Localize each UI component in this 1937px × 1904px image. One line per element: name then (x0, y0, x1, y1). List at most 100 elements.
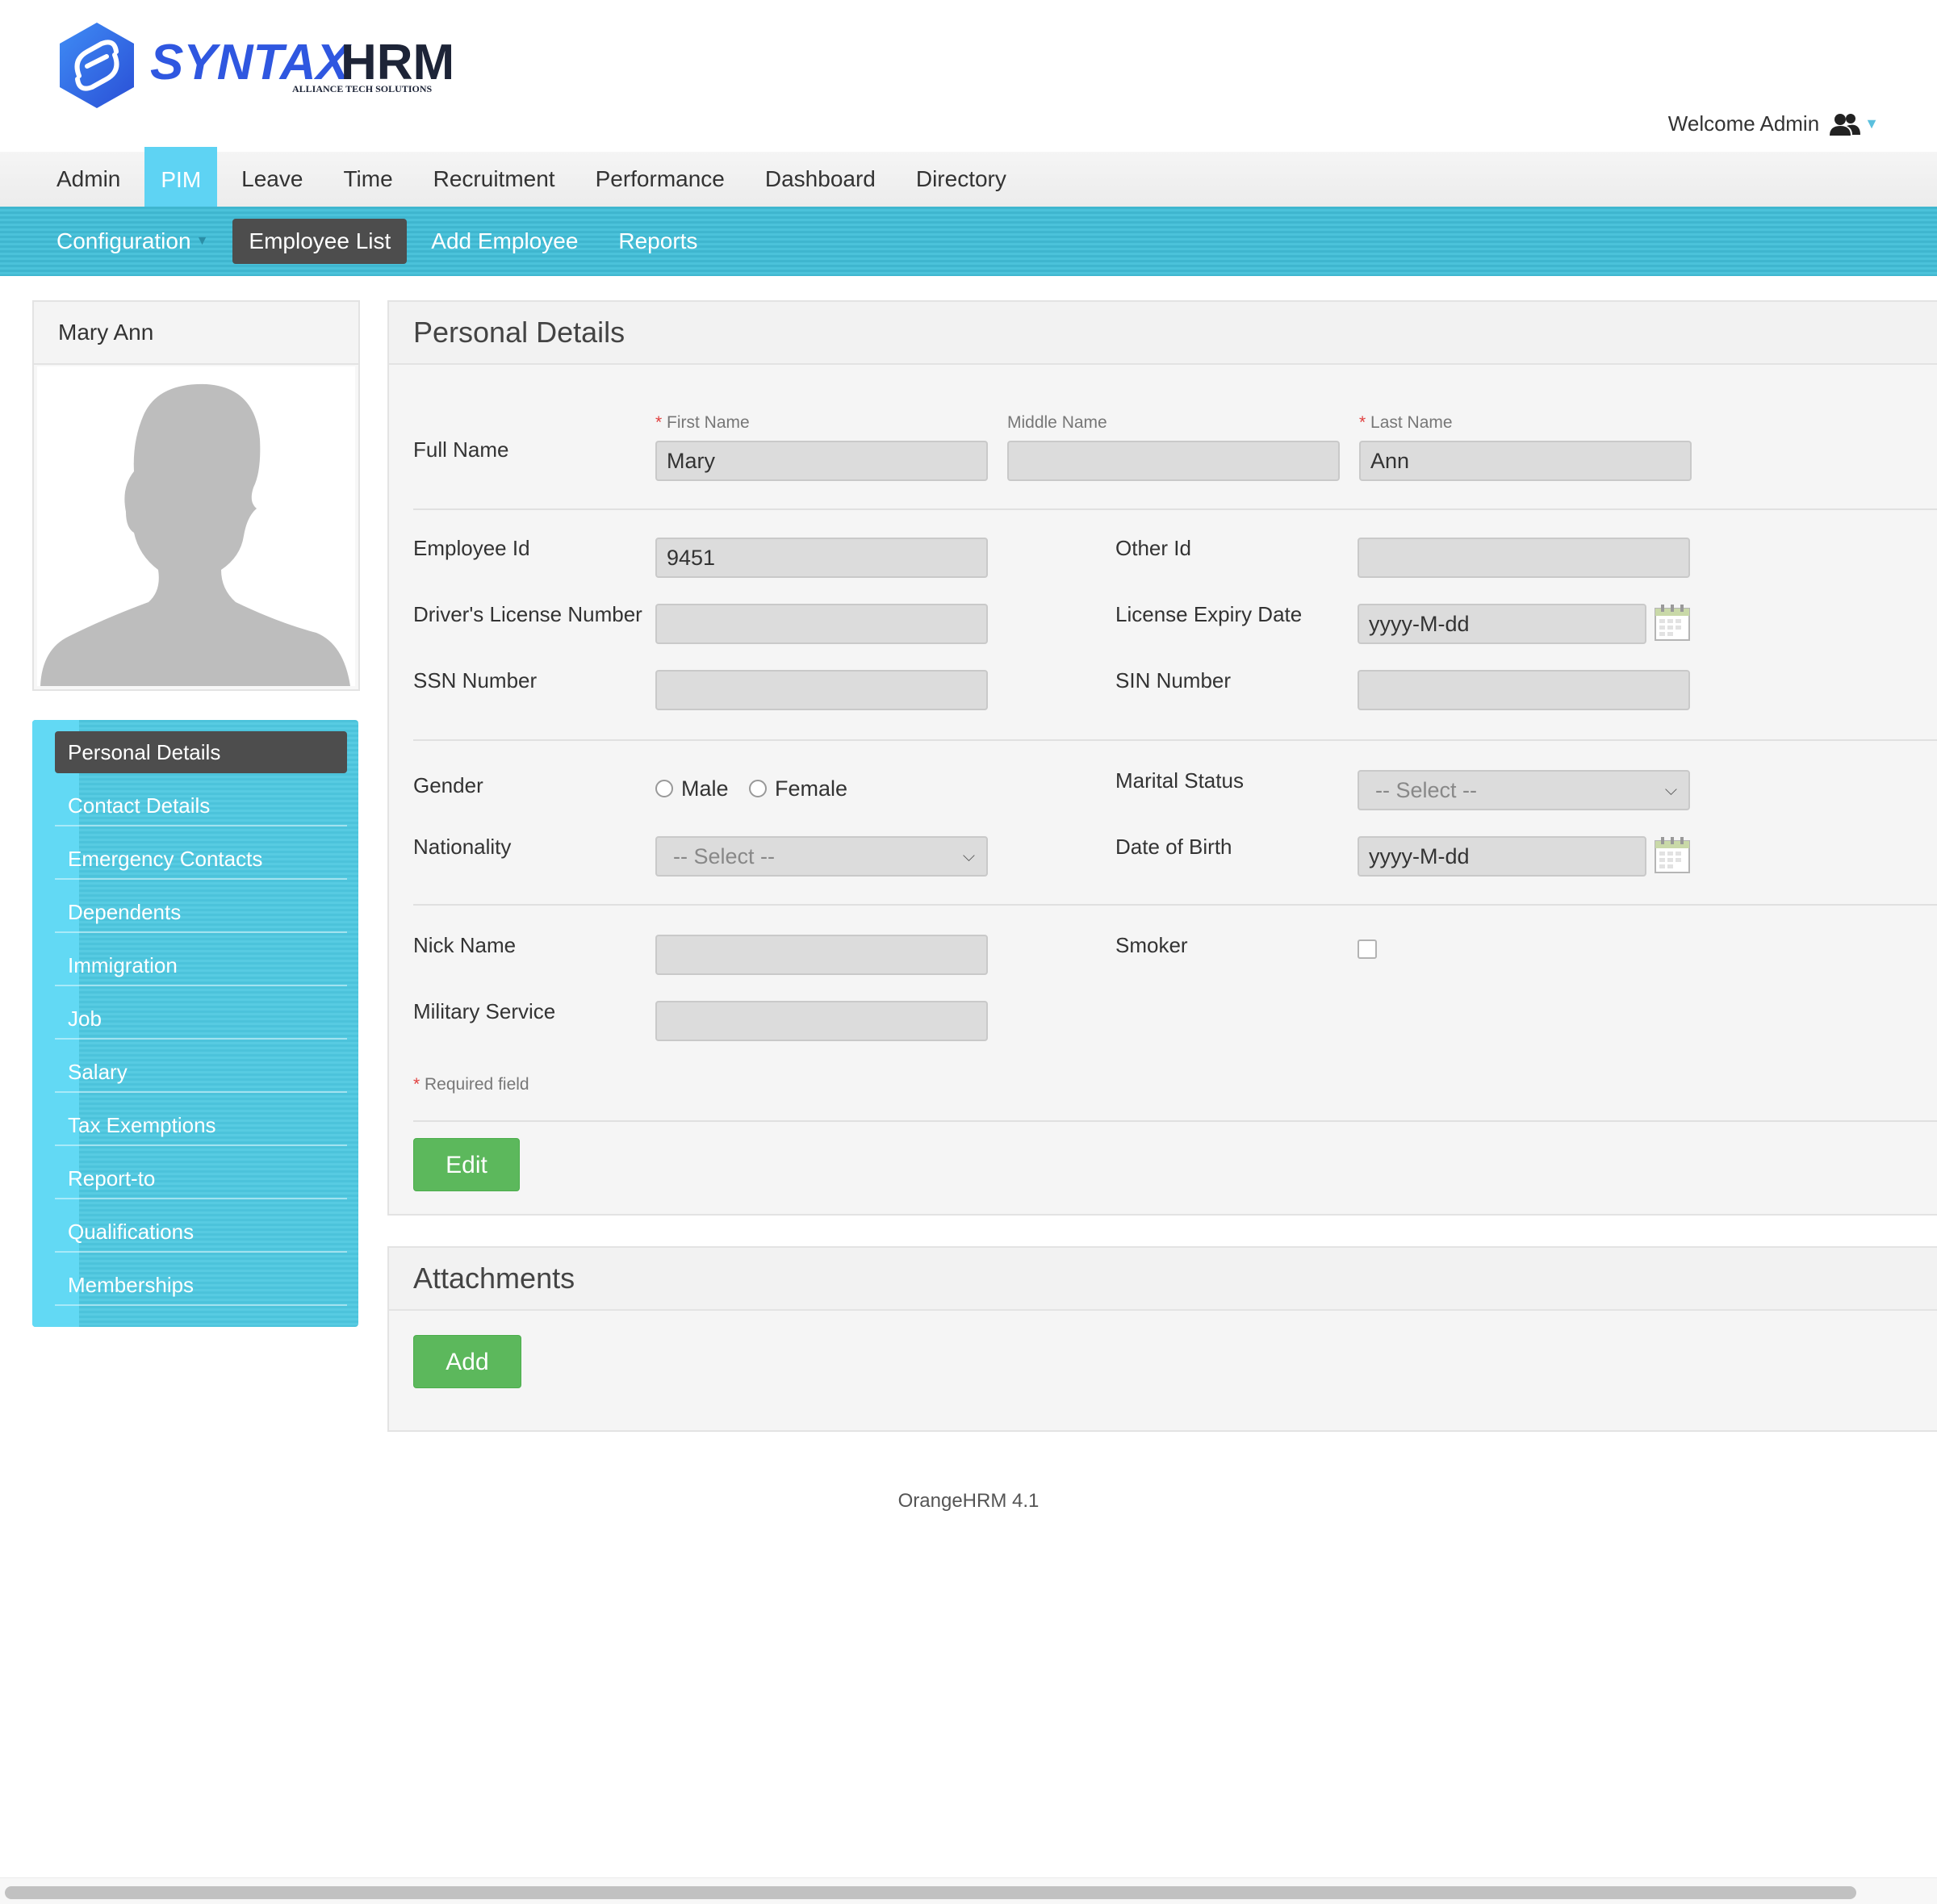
nationality-label: Nationality (413, 835, 512, 859)
required-asterisk: * (1359, 413, 1371, 432)
sidenav-report-to[interactable]: Report-to (55, 1157, 347, 1199)
divider (413, 1120, 1937, 1122)
license-expiry-field[interactable]: yyyy-M-dd (1358, 604, 1646, 644)
other-id-field[interactable] (1358, 538, 1690, 578)
footer-version: OrangeHRM 4.1 (897, 1490, 1040, 1512)
sin-field[interactable] (1358, 670, 1690, 710)
ssn-field[interactable] (655, 670, 988, 710)
ssn-label: SSN Number (413, 668, 538, 693)
marital-status-label: Marital Status (1115, 768, 1244, 793)
sidenav-salary[interactable]: Salary (55, 1051, 347, 1093)
chevron-down-icon: ⌵ (1664, 781, 1677, 799)
middle-name-field[interactable] (1007, 441, 1340, 481)
nationality-select[interactable]: -- Select -- ⌵ (655, 836, 988, 877)
welcome-menu[interactable]: Welcome Admin ▼ (1668, 111, 1879, 136)
nationality-value: -- Select -- (673, 844, 776, 868)
gender-female-radio[interactable] (749, 780, 767, 797)
main-menu: Admin PIM Leave Time Recruitment Perform… (0, 147, 1937, 213)
submenu-configuration[interactable]: Configuration ▼ (40, 219, 224, 264)
drivers-license-field[interactable] (655, 604, 988, 644)
profile-name: Mary Ann (34, 302, 358, 365)
smoker-checkbox[interactable] (1358, 939, 1377, 959)
required-field-text: Required field (425, 1075, 529, 1094)
military-service-field[interactable] (655, 1001, 988, 1041)
menu-pim[interactable]: PIM (144, 147, 218, 213)
drivers-license-label: Driver's License Number (413, 602, 642, 626)
required-field-note: * Required field (413, 1075, 529, 1094)
brand-tagline: ALLIANCE TECH SOLUTIONS (292, 83, 432, 94)
brand-primary: SYNTAX (150, 35, 353, 90)
avatar-silhouette-icon[interactable] (37, 366, 355, 686)
menu-performance[interactable]: Performance (579, 152, 741, 207)
divider (413, 508, 1937, 510)
other-id-label: Other Id (1115, 536, 1191, 560)
smoker-label: Smoker (1115, 933, 1188, 957)
scrollbar-thumb[interactable] (5, 1886, 1856, 1899)
menu-directory[interactable]: Directory (900, 152, 1023, 207)
gender-male-label[interactable]: Male (681, 776, 729, 801)
first-name-label-text: First Name (667, 413, 750, 432)
menu-time[interactable]: Time (327, 152, 408, 207)
sidenav-contact-details[interactable]: Contact Details (55, 785, 347, 826)
sidenav-tax-exemptions[interactable]: Tax Exemptions (55, 1104, 347, 1146)
chevron-down-icon: ⌵ (962, 847, 975, 865)
submenu-employee-list[interactable]: Employee List (232, 219, 408, 264)
sidenav-emergency-contacts[interactable]: Emergency Contacts (55, 838, 347, 880)
horizontal-scrollbar[interactable] (0, 1877, 1937, 1904)
dropdown-arrow-icon[interactable]: ▼ (196, 234, 209, 249)
attachments-title: Attachments (389, 1248, 1937, 1311)
sidenav-dependents[interactable]: Dependents (55, 891, 347, 933)
caret-down-icon[interactable]: ▼ (1864, 115, 1879, 132)
sub-menu: Configuration ▼ Employee List Add Employ… (0, 207, 1937, 276)
nick-name-field[interactable] (655, 935, 988, 975)
sidenav-job[interactable]: Job (55, 998, 347, 1040)
submenu-reports[interactable]: Reports (602, 219, 713, 264)
menu-recruitment[interactable]: Recruitment (417, 152, 571, 207)
brand-secondary: HRM (341, 35, 454, 90)
calendar-icon[interactable] (1655, 836, 1690, 873)
marital-status-select[interactable]: -- Select -- ⌵ (1358, 770, 1690, 810)
sidenav-personal-details[interactable]: Personal Details (55, 731, 347, 773)
last-name-field[interactable]: Ann (1359, 441, 1692, 481)
last-name-label: * Last Name (1359, 413, 1453, 433)
add-attachment-button[interactable]: Add (413, 1335, 521, 1388)
profile-box: Mary Ann (32, 300, 360, 691)
dob-label: Date of Birth (1115, 835, 1232, 859)
menu-leave[interactable]: Leave (225, 152, 319, 207)
military-service-label: Military Service (413, 999, 556, 1023)
users-icon[interactable] (1829, 112, 1861, 136)
calendar-icon[interactable] (1655, 604, 1690, 641)
last-name-label-text: Last Name (1370, 413, 1453, 432)
nick-name-label: Nick Name (413, 933, 517, 957)
welcome-text[interactable]: Welcome Admin (1668, 111, 1819, 136)
license-expiry-label: License Expiry Date (1115, 602, 1303, 626)
first-name-field[interactable]: Mary (655, 441, 988, 481)
required-asterisk: * (655, 413, 667, 432)
divider (413, 739, 1937, 741)
submenu-configuration-label[interactable]: Configuration (56, 228, 191, 254)
submenu-add-employee[interactable]: Add Employee (415, 219, 594, 264)
menu-dashboard[interactable]: Dashboard (749, 152, 892, 207)
required-asterisk: * (413, 1075, 425, 1094)
menu-admin[interactable]: Admin (40, 152, 136, 207)
full-name-label: Full Name (413, 437, 509, 462)
sin-label: SIN Number (1115, 668, 1232, 693)
sidenav-memberships[interactable]: Memberships (55, 1264, 347, 1306)
personal-details-title: Personal Details (389, 302, 1937, 365)
first-name-label: * First Name (655, 413, 750, 433)
gender-female-label[interactable]: Female (775, 776, 847, 801)
employee-id-field[interactable]: 9451 (655, 538, 988, 578)
marital-status-value: -- Select -- (1375, 778, 1478, 802)
gender-male-radio[interactable] (655, 780, 673, 797)
header: SYNTAX HRM ALLIANCE TECH SOLUTIONS Welco… (0, 0, 1937, 152)
personal-details-panel: Personal Details Full Name * First Name … (387, 300, 1937, 1216)
dob-field[interactable]: yyyy-M-dd (1358, 836, 1646, 877)
side-nav: Personal Details Contact Details Emergen… (32, 720, 358, 1327)
gender-label: Gender (413, 773, 483, 797)
sidenav-immigration[interactable]: Immigration (55, 944, 347, 986)
sidenav-qualifications[interactable]: Qualifications (55, 1211, 347, 1253)
edit-button[interactable]: Edit (413, 1138, 520, 1191)
syntaxhrm-logo[interactable]: SYNTAX HRM ALLIANCE TECH SOLUTIONS (55, 19, 475, 116)
attachments-panel: Attachments Add (387, 1246, 1937, 1432)
employee-id-label: Employee Id (413, 536, 530, 560)
